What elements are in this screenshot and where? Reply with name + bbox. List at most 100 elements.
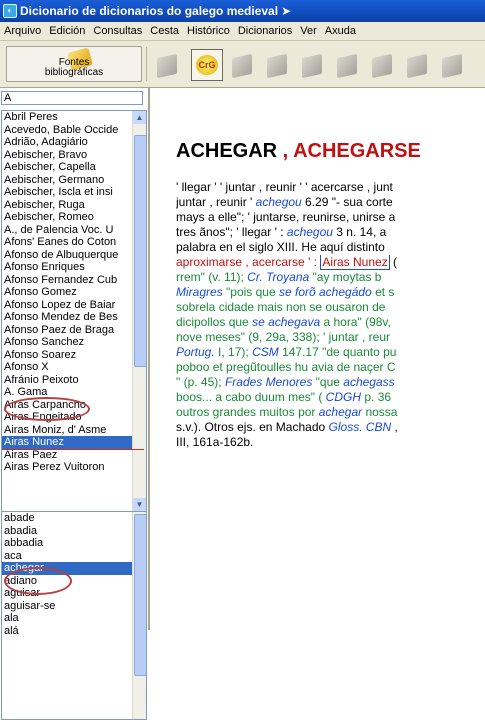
- words-list[interactable]: abade abadia abbadia aca achegar adiano aguisa…: [1, 511, 147, 720]
- source-citation: achegou: [255, 195, 302, 209]
- entry-text: 3 n. 14, a: [332, 225, 387, 239]
- author-list-item[interactable]: Afonso de Albuquerque: [2, 249, 132, 262]
- authors-scrollbar[interactable]: ▲ ▼: [132, 111, 146, 511]
- entry-text: tres ãnos"; ' llegar ' :: [176, 225, 287, 239]
- dictionary-book-3-button[interactable]: [229, 50, 259, 80]
- words-scrollbar[interactable]: [132, 512, 146, 719]
- author-list-item[interactable]: Afonso Mendez de Bes: [2, 311, 132, 324]
- author-list-item[interactable]: Acevedo, Bable Occide: [2, 124, 132, 137]
- crg-dictionary-button[interactable]: CrG: [191, 49, 223, 81]
- book-icon: [337, 53, 357, 79]
- entry-line: outros grandes muitos por achegar nossa: [176, 405, 485, 420]
- author-list-item[interactable]: Aebischer, Bravo: [2, 149, 132, 162]
- entry-line: palabra en el siglo XIII. He aquí distin…: [176, 240, 485, 255]
- fontes-bibliograficas-button[interactable]: Fontes bibliográficas: [6, 46, 142, 82]
- book-icon: [157, 53, 177, 79]
- entry-text: 147.17 "de quanto pu: [278, 345, 397, 359]
- dictionary-book-7-button[interactable]: [369, 50, 399, 80]
- menu-consultas[interactable]: Consultas: [89, 25, 146, 37]
- author-list-item[interactable]: Afonso Lopez de Baiar: [2, 299, 132, 312]
- author-list-item[interactable]: Aebischer, Capella: [2, 161, 132, 174]
- entry-text: s.v.). Otros ejs. en Machado: [176, 420, 329, 434]
- dictionary-book-1-button[interactable]: [154, 50, 184, 80]
- lemma-achegarse: ACHEGARSE: [293, 140, 421, 162]
- scroll-thumb[interactable]: [134, 135, 146, 367]
- author-link-airas-nunez[interactable]: Airas Nunez: [320, 255, 390, 270]
- entry-text: sobrela cidade mais non se ousaron de: [176, 300, 386, 314]
- author-list-item[interactable]: Aebischer, Germano: [2, 174, 132, 187]
- scroll-thumb[interactable]: [134, 514, 146, 676]
- word-list-item[interactable]: abbadia: [2, 537, 132, 550]
- entry-text: juntar , reunir ': [176, 195, 256, 209]
- author-list-item[interactable]: Aebischer, Ruga: [2, 199, 132, 212]
- menu-hist-rico[interactable]: Histórico: [183, 25, 234, 37]
- dictionary-book-9-button[interactable]: [439, 50, 469, 80]
- author-list-item[interactable]: Adrião, Adagiário: [2, 136, 132, 149]
- menu-cesta[interactable]: Cesta: [146, 25, 183, 37]
- author-list-item[interactable]: Afonso X: [2, 361, 132, 374]
- word-list-item[interactable]: aguisar-se: [2, 600, 132, 613]
- menu-axuda[interactable]: Axuda: [321, 25, 360, 37]
- toolbar-separator: [146, 47, 147, 81]
- word-list-item[interactable]: aca: [2, 550, 132, 563]
- entry-line: boos... a cabo duum mes" ( CDGH p. 36: [176, 390, 485, 405]
- entry-title: ACHEGAR , ACHEGARSE: [176, 140, 421, 163]
- menu-bar: Arquivo Edición Consultas Cesta Histórico Dic…: [0, 22, 485, 41]
- book-icon: [372, 53, 392, 79]
- word-list-item[interactable]: ala: [2, 612, 132, 625]
- author-list-item[interactable]: Airas Moniz, d' Asme: [2, 424, 132, 437]
- highlight-oval: [4, 567, 72, 595]
- author-list-item[interactable]: Afonso Sanchez: [2, 336, 132, 349]
- author-list-item[interactable]: Afonso Gomez: [2, 286, 132, 299]
- word-list-item[interactable]: alá: [2, 625, 132, 638]
- author-list-item[interactable]: Afonso Paez de Braga: [2, 324, 132, 337]
- book-icon: [302, 53, 322, 79]
- entry-line: tres ãnos"; ' llegar ' : achegou 3 n. 14…: [176, 225, 485, 240]
- entry-line: dicipollos que se achegava a hora" (98v,: [176, 315, 485, 330]
- entry-text: "ay moytas b: [309, 270, 382, 284]
- author-list-item[interactable]: A., de Palencia Voc. U: [2, 224, 132, 237]
- word-list-item[interactable]: abade: [2, 512, 132, 525]
- dictionary-book-6-button[interactable]: [334, 50, 364, 80]
- author-list-item[interactable]: Airas Paez: [2, 449, 132, 462]
- search-input[interactable]: [1, 91, 143, 105]
- source-citation: se forõ achegádo: [278, 285, 372, 299]
- menu-edici-n[interactable]: Edición: [45, 25, 89, 37]
- author-list-item[interactable]: Aebischer, Romeo: [2, 211, 132, 224]
- author-list-item[interactable]: Afonso Soarez: [2, 349, 132, 362]
- toolbar: Fontes bibliográficas CrG: [0, 41, 485, 88]
- source-citation: achegou: [286, 225, 333, 239]
- entry-text: (: [389, 255, 398, 269]
- menu-arquivo[interactable]: Arquivo: [0, 25, 45, 37]
- authors-list[interactable]: Abril Peres Acevedo, Bable Occide Adrião, …: [1, 110, 147, 512]
- entry-text: rrem" (v. 11);: [176, 270, 248, 284]
- menu-ver[interactable]: Ver: [296, 25, 321, 37]
- entry-text: ' llegar ' ' juntar , reunir ' ' acercar…: [176, 180, 393, 194]
- dictionary-book-5-button[interactable]: [299, 50, 329, 80]
- author-list-item[interactable]: A. Gama: [2, 386, 132, 399]
- scroll-up-icon[interactable]: ▲: [133, 111, 146, 124]
- dictionary-book-8-button[interactable]: [404, 50, 434, 80]
- entry-text: "que: [312, 375, 344, 389]
- entry-text: dicipollos que: [176, 315, 253, 329]
- dictionary-book-4-button[interactable]: [264, 50, 294, 80]
- crg-icon: CrG: [196, 55, 218, 75]
- source-citation: Portug.: [176, 345, 215, 359]
- entry-line: s.v.). Otros ejs. en Machado Gloss. CBN …: [176, 420, 485, 435]
- scroll-down-icon[interactable]: ▼: [133, 498, 146, 511]
- entry-line: " (p. 45); Frades Menores "que achegass: [176, 375, 485, 390]
- menu-dicionarios[interactable]: Dicionarios: [234, 25, 296, 37]
- author-list-item[interactable]: Airas Perez Vuitoron: [2, 461, 132, 474]
- author-list-item[interactable]: Afons' Eanes do Coton: [2, 236, 132, 249]
- author-list-item[interactable]: Afránio Peixoto: [2, 374, 132, 387]
- author-list-item[interactable]: Airas Nunez: [2, 436, 132, 449]
- highlight-oval: [4, 397, 90, 421]
- entry-text: et s: [371, 285, 395, 299]
- author-list-item[interactable]: Aebischer, Iscla et insi: [2, 186, 132, 199]
- word-list-item[interactable]: abadia: [2, 525, 132, 538]
- entry-line: ' llegar ' ' juntar , reunir ' ' acercar…: [176, 180, 485, 195]
- author-list-item[interactable]: Afonso Enriques: [2, 261, 132, 274]
- entry-text: ,: [391, 420, 398, 434]
- author-list-item[interactable]: Abril Peres: [2, 111, 132, 124]
- author-list-item[interactable]: Afonso Fernandez Cub: [2, 274, 132, 287]
